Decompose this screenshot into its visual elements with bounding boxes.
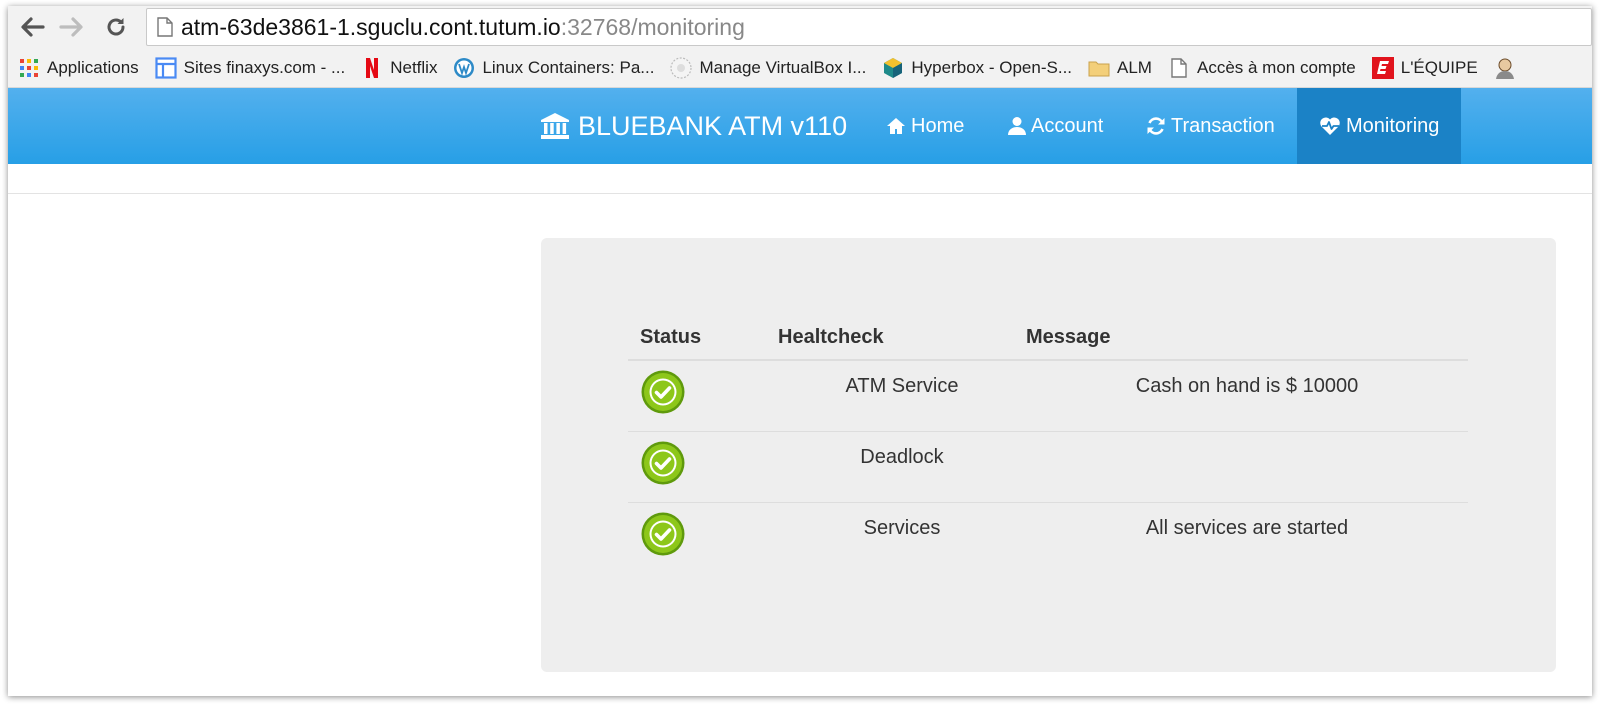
bookmark-avatar[interactable] — [1494, 57, 1523, 79]
nav-home-label: Home — [911, 114, 965, 137]
bookmark-label: Manage VirtualBox I... — [699, 57, 867, 77]
bank-icon — [541, 113, 569, 139]
column-header-healthcheck: Healtcheck — [778, 316, 1026, 361]
forward-button[interactable] — [54, 6, 90, 48]
table-header-row: Status Healtcheck Message — [628, 316, 1468, 361]
bookmark-alm[interactable]: ALM — [1088, 57, 1152, 79]
arrow-right-icon — [59, 17, 83, 37]
url-path: :32768/monitoring — [560, 13, 745, 40]
nav-monitoring-label: Monitoring — [1346, 114, 1440, 137]
bookmark-label: Hyperbox - Open-S... — [911, 57, 1073, 77]
bookmark-virtualbox[interactable]: Manage VirtualBox I... — [670, 56, 867, 79]
nav-transaction[interactable]: Transaction — [1146, 88, 1275, 164]
user-icon — [1008, 117, 1026, 135]
wordpress-icon — [453, 57, 475, 79]
column-header-message: Message — [1026, 316, 1468, 361]
bookmark-label: Linux Containers: Pa... — [482, 57, 655, 77]
status-cell — [628, 431, 778, 503]
bookmark-label: L'ÉQUIPE — [1400, 57, 1478, 77]
check-circle-icon — [641, 441, 685, 484]
healthcheck-name: Deadlock — [778, 431, 1026, 503]
reload-icon — [107, 18, 125, 36]
heartbeat-icon — [1320, 117, 1340, 135]
reload-button[interactable] — [98, 6, 134, 48]
healthcheck-message: All services are started — [1145, 516, 1349, 539]
healthcheck-table: Status Healtcheck Message ATM Service Ca… — [628, 316, 1468, 573]
bookmark-label: Netflix — [390, 57, 438, 77]
bookmark-label: Applications — [47, 57, 139, 77]
bookmark-applications[interactable]: Applications — [18, 57, 139, 79]
nav-transaction-label: Transaction — [1171, 114, 1275, 137]
bookmark-lequipe[interactable]: L'ÉQUIPE — [1371, 56, 1478, 79]
netflix-icon — [361, 57, 383, 79]
bookmark-hyperbox[interactable]: Hyperbox - Open-S... — [882, 57, 1072, 79]
bookmark-acces-compte[interactable]: Accès à mon compte — [1168, 57, 1356, 79]
bookmark-linux-containers[interactable]: Linux Containers: Pa... — [453, 57, 654, 79]
column-header-status: Status — [628, 316, 778, 361]
page-icon — [1168, 57, 1190, 79]
refresh-icon — [1147, 117, 1165, 135]
bookmark-sites-finaxys[interactable]: Sites finaxys.com - ... — [155, 56, 346, 79]
nav-account[interactable]: Account — [1008, 88, 1103, 164]
apps-grid-icon — [18, 57, 40, 79]
status-cell — [628, 360, 778, 432]
lequipe-icon — [1371, 56, 1394, 79]
url-text[interactable]: atm-63de3861-1.sguclu.cont.tutum.io:3276… — [181, 14, 745, 41]
folder-icon — [1088, 57, 1110, 79]
divider — [8, 193, 1592, 194]
browser-toolbar: atm-63de3861-1.sguclu.cont.tutum.io:3276… — [8, 6, 1592, 48]
browser-window: atm-63de3861-1.sguclu.cont.tutum.io:3276… — [8, 6, 1592, 696]
bookmark-label: Sites finaxys.com - ... — [183, 57, 346, 77]
table-row: ATM Service Cash on hand is $ 10000 — [628, 360, 1468, 432]
monitoring-panel: Status Healtcheck Message ATM Service Ca… — [541, 238, 1556, 672]
check-circle-icon — [641, 370, 685, 414]
home-icon — [887, 118, 905, 134]
arrow-left-icon — [21, 17, 45, 37]
status-cell — [628, 502, 778, 573]
healthcheck-message: Cash on hand is $ 10000 — [1026, 360, 1468, 432]
sites-icon — [155, 56, 177, 79]
avatar-icon — [1494, 57, 1516, 79]
healthcheck-name: ATM Service — [778, 360, 1026, 432]
virtualbox-icon — [670, 56, 693, 79]
brand-title: BLUEBANK ATM v110 — [578, 110, 848, 141]
check-circle-icon — [641, 512, 685, 555]
bookmark-label: ALM — [1117, 57, 1152, 77]
url-host: atm-63de3861-1.sguclu.cont.tutum.io — [181, 13, 561, 40]
nav-monitoring[interactable]: Monitoring — [1297, 88, 1462, 164]
table-row: Deadlock — [628, 431, 1468, 503]
address-bar[interactable]: atm-63de3861-1.sguclu.cont.tutum.io:3276… — [146, 8, 1592, 46]
app-navbar: BLUEBANK ATM v110 Home Account Transacti… — [8, 88, 1592, 164]
healthcheck-name: Services — [863, 516, 941, 539]
bookmark-netflix[interactable]: Netflix — [361, 57, 437, 79]
back-button[interactable] — [14, 6, 50, 48]
bookmarks-bar: Applications Sites finaxys.com - ... Net… — [8, 48, 1592, 88]
nav-home[interactable]: Home — [886, 88, 964, 164]
nav-account-label: Account — [1031, 114, 1104, 137]
bookmark-label: Accès à mon compte — [1196, 57, 1356, 77]
healthcheck-message — [1026, 431, 1468, 503]
page-icon — [157, 17, 173, 37]
brand-link[interactable]: BLUEBANK ATM v110 — [540, 88, 847, 164]
hyperbox-icon — [882, 57, 904, 79]
table-row: Services All services are started — [628, 502, 1468, 573]
